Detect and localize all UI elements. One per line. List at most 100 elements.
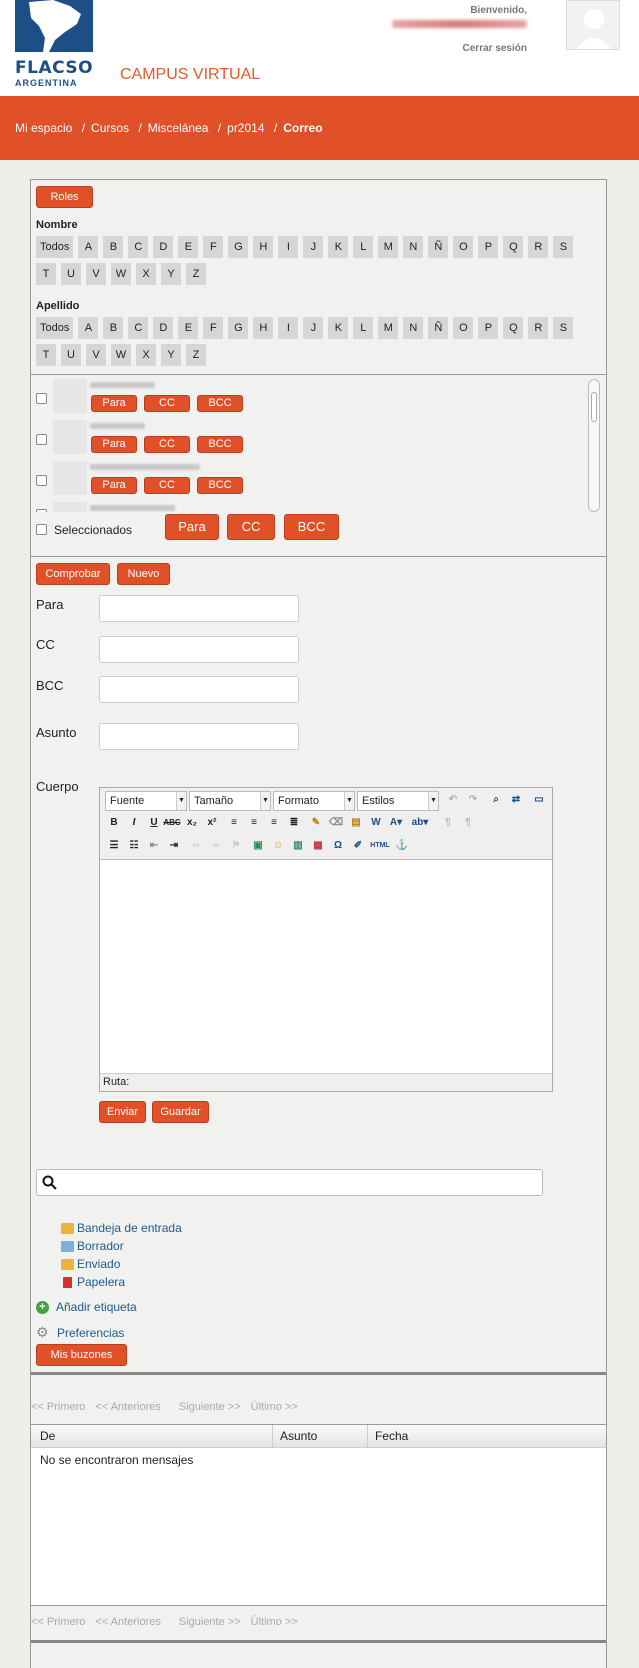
superscript-icon[interactable]: x² <box>202 814 222 832</box>
name-letter-f[interactable]: F <box>203 236 224 258</box>
html-source-icon[interactable]: HTML <box>370 837 390 855</box>
pager-last[interactable]: Último >> <box>251 1616 298 1628</box>
crumb-miscelanea[interactable]: Miscelánea <box>148 121 209 135</box>
name-letter-r[interactable]: R <box>528 236 549 258</box>
surname-letter-l[interactable]: L <box>353 317 374 339</box>
anchor-disabled-icon[interactable]: ⚑ <box>226 837 246 855</box>
name-letter-n[interactable]: N <box>403 236 424 258</box>
name-letter-l[interactable]: L <box>353 236 374 258</box>
image-icon[interactable]: ▣ <box>248 837 268 855</box>
find-icon[interactable]: ⌕ <box>486 791 506 809</box>
numbered-list-icon[interactable]: ☷ <box>124 837 144 855</box>
surname-letter-h[interactable]: H <box>253 317 274 339</box>
name-letter-o[interactable]: O <box>453 236 474 258</box>
folder-inbox[interactable]: Bandeja de entrada <box>61 1221 182 1235</box>
bullet-list-icon[interactable]: ☰ <box>104 837 124 855</box>
font-combo[interactable]: Fuente ▼ <box>105 791 187 811</box>
name-letter-g[interactable]: G <box>228 236 249 258</box>
pager-first[interactable]: << Primero <box>31 1401 85 1413</box>
justify-icon[interactable]: ≣ <box>284 814 304 832</box>
surname-letter-t[interactable]: T <box>36 344 56 366</box>
name-letter-d[interactable]: D <box>153 236 174 258</box>
add-tag-link[interactable]: + Añadir etiqueta <box>36 1300 137 1314</box>
name-letter-v[interactable]: V <box>86 263 106 285</box>
name-letter-z[interactable]: Z <box>186 263 206 285</box>
subject-input[interactable] <box>99 723 299 750</box>
surname-letter-p[interactable]: P <box>478 317 499 339</box>
user-avatar[interactable] <box>566 0 620 50</box>
name-letter-p[interactable]: P <box>478 236 499 258</box>
surname-letter-v[interactable]: V <box>86 344 106 366</box>
col-date[interactable]: Fecha <box>375 1429 408 1443</box>
surname-letter-r[interactable]: R <box>528 317 549 339</box>
add-cc-button[interactable]: CC <box>144 395 190 412</box>
check-button[interactable]: Comprobar <box>36 563 110 585</box>
name-letter-k[interactable]: K <box>328 236 349 258</box>
eraser-icon[interactable]: ⌫ <box>326 814 346 832</box>
col-subject[interactable]: Asunto <box>280 1429 317 1443</box>
surname-letter-w[interactable]: W <box>111 344 131 366</box>
subscript-icon[interactable]: x₂ <box>182 814 202 832</box>
crumb-pr2014[interactable]: pr2014 <box>227 121 264 135</box>
name-letter-b[interactable]: B <box>103 236 124 258</box>
editor-body[interactable] <box>100 860 552 1073</box>
name-letter-h[interactable]: H <box>253 236 274 258</box>
contact-list[interactable]: Para CC BCC Para CC BCC Para CC BCC <box>31 375 606 515</box>
new-button[interactable]: Nuevo <box>117 563 170 585</box>
surname-letter-z[interactable]: Z <box>186 344 206 366</box>
format-combo[interactable]: Formato ▼ <box>273 791 355 811</box>
roles-button[interactable]: Roles <box>36 186 93 208</box>
surname-letter-b[interactable]: B <box>103 317 124 339</box>
name-letter-q[interactable]: Q <box>503 236 524 258</box>
add-bcc-button[interactable]: BCC <box>197 436 243 453</box>
bg-color-icon[interactable]: ab▾ <box>410 814 430 832</box>
align-right-icon[interactable]: ≡ <box>264 814 284 832</box>
add-to-button[interactable]: Para <box>91 436 137 453</box>
smiley-icon[interactable]: ☺ <box>268 837 288 855</box>
surname-letter-x[interactable]: X <box>136 344 156 366</box>
outdent-icon[interactable]: ⇤ <box>144 837 164 855</box>
align-center-icon[interactable]: ≡ <box>244 814 264 832</box>
add-cc-button[interactable]: CC <box>144 477 190 494</box>
scrollbar-thumb[interactable] <box>591 392 597 422</box>
name-letter-s[interactable]: S <box>553 236 574 258</box>
link-icon[interactable]: ∞ <box>186 837 206 855</box>
folder-drafts[interactable]: Borrador <box>61 1239 124 1253</box>
crumb-cursos[interactable]: Cursos <box>91 121 129 135</box>
pager-prev[interactable]: << Anteriores <box>95 1401 160 1413</box>
name-letter-all[interactable]: Todos <box>36 236 74 258</box>
surname-letter-f[interactable]: F <box>203 317 224 339</box>
cc-input[interactable] <box>99 636 299 663</box>
selected-to-button[interactable]: Para <box>165 514 219 540</box>
select-all-checkbox[interactable] <box>36 524 47 535</box>
maximize-icon[interactable]: ▭ <box>529 791 549 809</box>
name-letter-ñ[interactable]: Ñ <box>428 236 449 258</box>
selected-bcc-button[interactable]: BCC <box>284 514 339 540</box>
flacso-logo[interactable]: FLACSO ARGENTINA <box>15 0 93 88</box>
surname-letter-g[interactable]: G <box>228 317 249 339</box>
name-letter-a[interactable]: A <box>78 236 99 258</box>
edit-icon[interactable]: ✐ <box>348 837 368 855</box>
search-input[interactable] <box>36 1169 543 1196</box>
to-input[interactable] <box>99 595 299 622</box>
contact-checkbox[interactable] <box>36 509 47 512</box>
folder-sent[interactable]: Enviado <box>61 1257 120 1271</box>
add-cc-button[interactable]: CC <box>144 436 190 453</box>
indent-icon[interactable]: ⇥ <box>164 837 184 855</box>
add-to-button[interactable]: Para <box>91 395 137 412</box>
text-color-icon[interactable]: A▾ <box>386 814 406 832</box>
unlink-icon[interactable]: ∞ <box>206 837 226 855</box>
add-bcc-button[interactable]: BCC <box>197 477 243 494</box>
surname-letter-d[interactable]: D <box>153 317 174 339</box>
strike-icon[interactable]: ABC <box>162 814 182 832</box>
name-letter-i[interactable]: I <box>278 236 299 258</box>
redo-icon[interactable]: ↷ <box>463 791 483 809</box>
folder-trash[interactable]: Papelera <box>61 1275 125 1289</box>
pager-next[interactable]: Siguiente >> <box>179 1401 241 1413</box>
name-letter-t[interactable]: T <box>36 263 56 285</box>
surname-letter-u[interactable]: U <box>61 344 81 366</box>
contact-checkbox[interactable] <box>36 475 47 486</box>
contact-checkbox[interactable] <box>36 393 47 404</box>
preferences-link[interactable]: ⚙ Preferencias <box>36 1324 124 1341</box>
surname-letter-i[interactable]: I <box>278 317 299 339</box>
